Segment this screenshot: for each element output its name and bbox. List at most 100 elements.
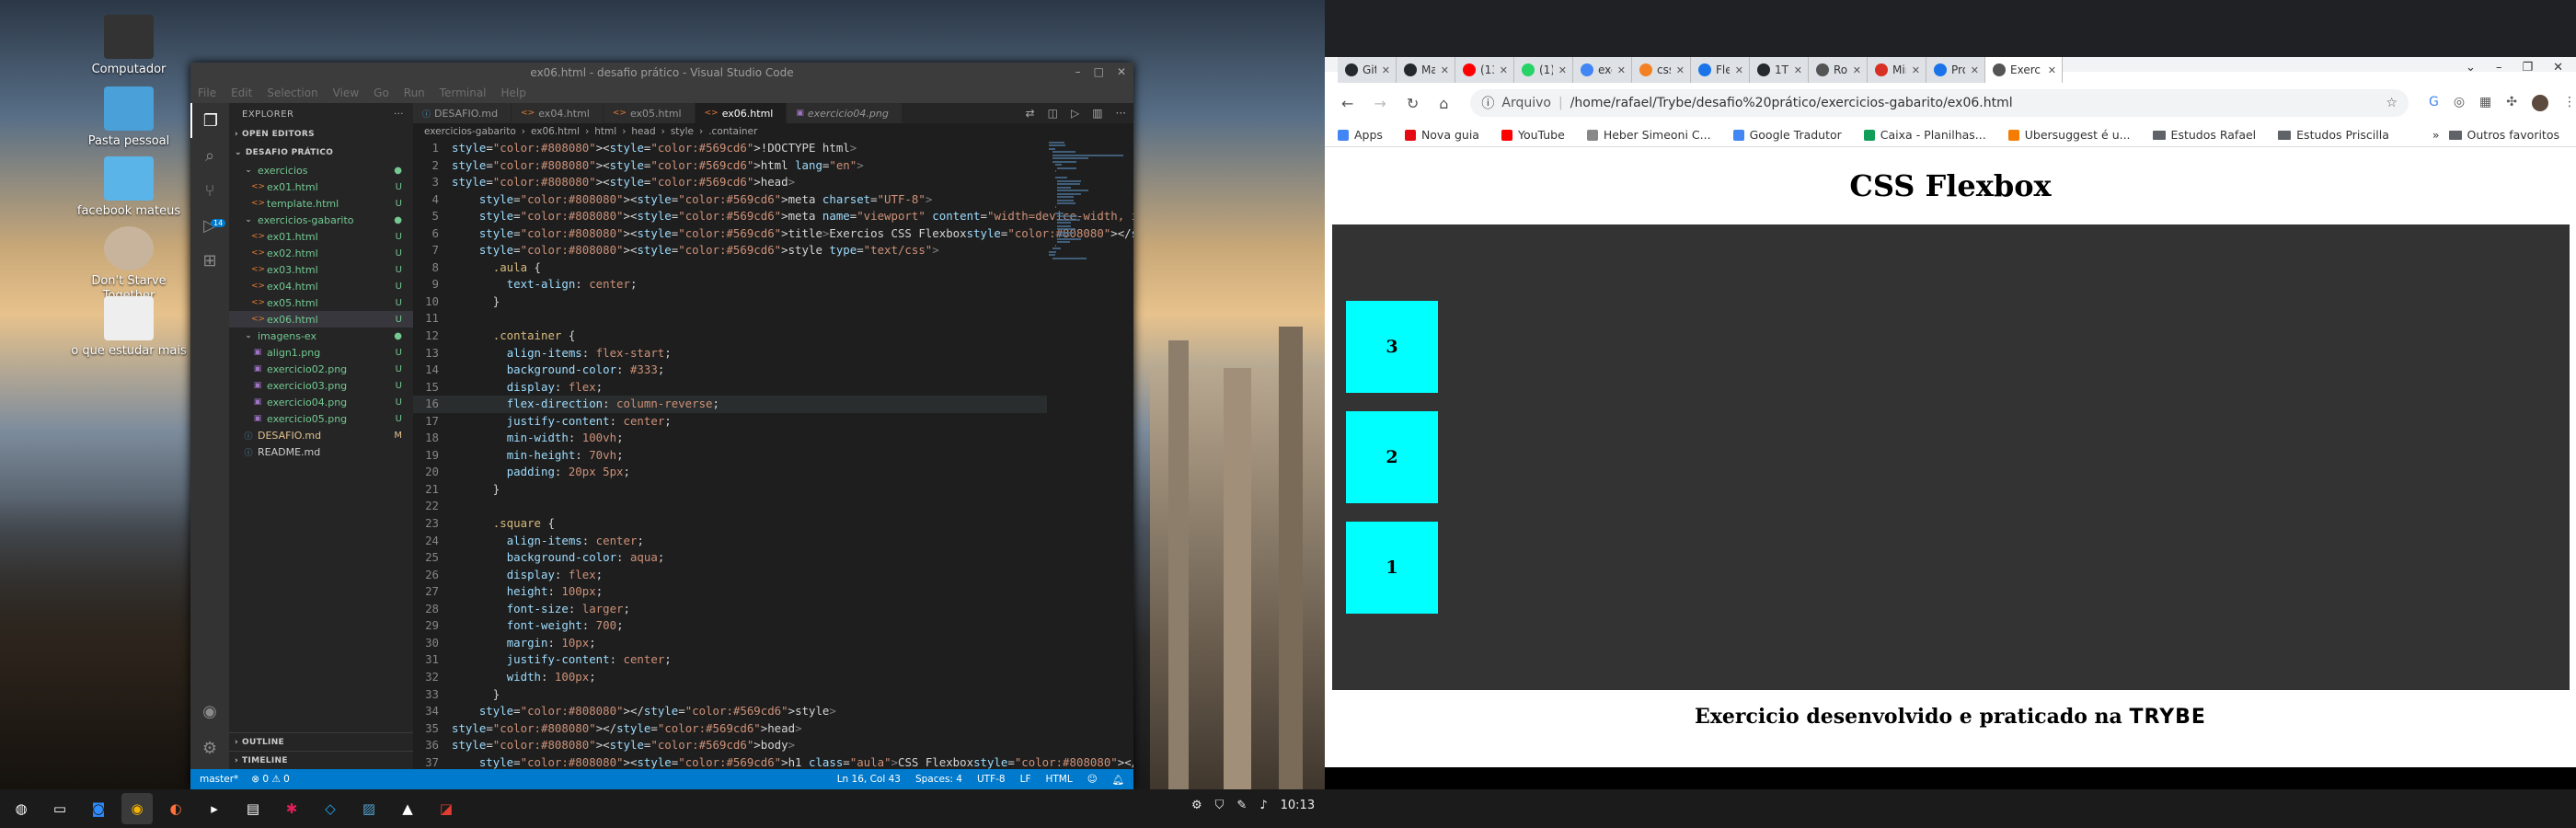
browser-tab[interactable]: Flexb ✕ <box>1691 57 1750 83</box>
code-line[interactable]: 15 display: flex; <box>413 379 1047 397</box>
account-icon[interactable]: ◉ <box>190 694 229 729</box>
tree-file[interactable]: <> ex02.html U <box>229 245 413 261</box>
desktop-icon[interactable]: Pasta pessoal <box>64 86 193 149</box>
code-line[interactable]: 14 background-color: #333; <box>413 362 1047 379</box>
tree-file[interactable]: ▣ exercicio03.png U <box>229 377 413 394</box>
code-line[interactable]: 35 style="color:#808080"></style="color:#… <box>413 720 1047 738</box>
language-mode[interactable]: HTML <box>1045 774 1072 786</box>
forward-icon[interactable]: → <box>1374 95 1386 112</box>
code-line[interactable]: 4 style="color:#808080"><style="color:#5… <box>413 191 1047 209</box>
tree-file[interactable]: <> ex03.html U <box>229 261 413 278</box>
problems-indicator[interactable]: ⊗ 0 ⚠ 0 <box>251 774 290 785</box>
menu-item-run[interactable]: Run <box>404 86 425 99</box>
vscode-titlebar[interactable]: ex06.html - desafio prático - Visual Stu… <box>190 63 1133 83</box>
extension-icon[interactable]: ◎ <box>2454 95 2465 111</box>
close-tab-icon[interactable]: ✕ <box>1853 64 1861 76</box>
code-line[interactable]: 9 text-align: center; <box>413 276 1047 293</box>
feedback-icon[interactable]: ☺ <box>1087 774 1098 786</box>
tree-file[interactable]: <> ex04.html U <box>229 278 413 294</box>
chrome-menu-icon[interactable]: ⋮ <box>2563 95 2576 111</box>
code-line[interactable]: 1 style="color:#808080"><style="color:#56… <box>413 140 1047 157</box>
bookmark-star-icon[interactable]: ☆ <box>2386 96 2398 110</box>
menu-item-edit[interactable]: Edit <box>231 86 252 99</box>
firefox-icon[interactable]: ◐ <box>160 793 191 824</box>
code-line[interactable]: 29 font-weight: 700; <box>413 617 1047 635</box>
close-tab-icon[interactable]: ✕ <box>1617 64 1626 76</box>
breadcrumb-item[interactable]: head <box>631 126 655 137</box>
bookmark-folder[interactable]: Estudos Rafael <box>2152 128 2256 142</box>
notifications-icon[interactable]: 🔔︎ <box>1112 774 1124 786</box>
code-line[interactable]: 11 <box>413 310 1047 328</box>
code-line[interactable]: 17 justify-content: center; <box>413 413 1047 431</box>
search-icon[interactable]: ⌕ <box>190 138 229 173</box>
menu-item-go[interactable]: Go <box>374 86 389 99</box>
profile-avatar[interactable] <box>2532 95 2548 111</box>
bookmark-item[interactable]: Nova guia <box>1404 128 1479 142</box>
bookmark-folder[interactable]: Estudos Priscilla <box>2278 128 2389 142</box>
breadcrumb-item[interactable]: ex06.html <box>531 126 580 137</box>
desktop-icon[interactable]: facebook mateus <box>64 156 193 219</box>
explorer-icon[interactable]: ❐ <box>190 103 229 138</box>
tree-folder[interactable]: ⌄ exercicios ● <box>229 162 413 178</box>
close-tab-icon[interactable]: ✕ <box>2048 64 2056 76</box>
code-line[interactable]: 22 <box>413 498 1047 515</box>
extensions-puzzle-icon[interactable]: ✣ <box>2506 95 2517 111</box>
code-line[interactable]: 10 } <box>413 293 1047 311</box>
code-line[interactable]: 27 height: 100px; <box>413 583 1047 601</box>
terminal-icon[interactable]: ▸ <box>199 793 230 824</box>
code-line[interactable]: 20 padding: 20px 5px; <box>413 464 1047 481</box>
volume-icon[interactable]: ♪ <box>1259 799 1267 812</box>
restore-icon[interactable]: ❐ <box>2522 61 2533 75</box>
inkscape-icon[interactable]: ▲ <box>392 793 423 824</box>
split-right-icon[interactable]: ▥ <box>1092 107 1102 120</box>
code-line[interactable]: 31 justify-content: center; <box>413 651 1047 669</box>
desktop-icon[interactable]: Computador <box>64 15 193 77</box>
code-line[interactable]: 32 width: 100px; <box>413 669 1047 686</box>
browser-tab[interactable]: (1) W ✕ <box>1514 57 1573 83</box>
browser-tab[interactable]: Proje ✕ <box>1926 57 1985 83</box>
menu-item-view[interactable]: View <box>333 86 359 99</box>
close-tab-icon[interactable]: ✕ <box>1971 64 1979 76</box>
reload-icon[interactable]: ↻ <box>1407 95 1419 112</box>
close-tab-icon[interactable]: ✕ <box>1382 64 1390 76</box>
tree-file[interactable]: ▣ exercicio02.png U <box>229 361 413 377</box>
steam-icon[interactable]: ⚙ <box>1191 799 1202 812</box>
tree-file[interactable]: <> ex01.html U <box>229 228 413 245</box>
info-icon[interactable]: ⓘ <box>1481 94 1494 112</box>
more-actions-icon[interactable]: ··· <box>394 109 404 120</box>
browser-tab[interactable]: GitHu ✕ <box>1338 57 1397 83</box>
code-line[interactable]: 30 margin: 10px; <box>413 635 1047 652</box>
home-icon[interactable]: ⌂ <box>1439 95 1448 112</box>
cursor-position[interactable]: Ln 16, Col 43 <box>837 774 901 786</box>
timeline-section[interactable]: › TIMELINE <box>229 751 413 769</box>
code-line[interactable]: 23 .square { <box>413 515 1047 533</box>
editor-tab[interactable]: ▣ exercicio04.png <box>787 103 903 123</box>
tree-folder[interactable]: ⌄ imagens-ex ● <box>229 328 413 344</box>
close-tab-icon[interactable]: ✕ <box>1794 64 1802 76</box>
url-text[interactable]: /home/rafael/Trybe/desafio%20prático/exe… <box>1570 96 2013 110</box>
more-icon[interactable]: ··· <box>1116 107 1126 120</box>
clock[interactable]: 10:13 <box>1281 799 1315 812</box>
editor-tab[interactable]: <> ex06.html <box>695 103 788 123</box>
extension-icon[interactable]: ▦ <box>2479 95 2491 111</box>
bookmarks-overflow-button[interactable]: » <box>2432 128 2440 142</box>
code-line[interactable]: 21 } <box>413 481 1047 499</box>
close-icon[interactable]: ✕ <box>1117 65 1126 78</box>
vscode-window[interactable]: ex06.html - desafio prático - Visual Stu… <box>190 63 1133 789</box>
maximize-icon[interactable]: □ <box>1094 65 1104 78</box>
tree-file[interactable]: <> ex06.html U <box>229 311 413 328</box>
translate-extension-icon[interactable]: G <box>2429 95 2439 111</box>
menu-item-file[interactable]: File <box>198 86 216 99</box>
editor-tab[interactable]: ⓘ DESAFIO.md <box>413 103 512 123</box>
run-icon[interactable]: ▷ <box>1071 107 1079 120</box>
other-bookmarks-folder[interactable]: Outros favoritos <box>2448 128 2559 142</box>
code-line[interactable]: 24 align-items: center; <box>413 533 1047 550</box>
browser-tab[interactable]: Mana ✕ <box>1397 57 1455 83</box>
editor-tab[interactable]: <> ex04.html <box>512 103 604 123</box>
code-line[interactable]: 2 style="color:#808080"><style="color:#56… <box>413 157 1047 175</box>
tree-file[interactable]: ⓘ README.md <box>229 443 413 460</box>
menu-icon[interactable]: ◍ <box>6 793 37 824</box>
code-line[interactable]: 19 min-height: 70vh; <box>413 447 1047 465</box>
browser-tab[interactable]: (139) ✕ <box>1455 57 1514 83</box>
browser-tab[interactable]: Rote ✕ <box>1809 57 1868 83</box>
